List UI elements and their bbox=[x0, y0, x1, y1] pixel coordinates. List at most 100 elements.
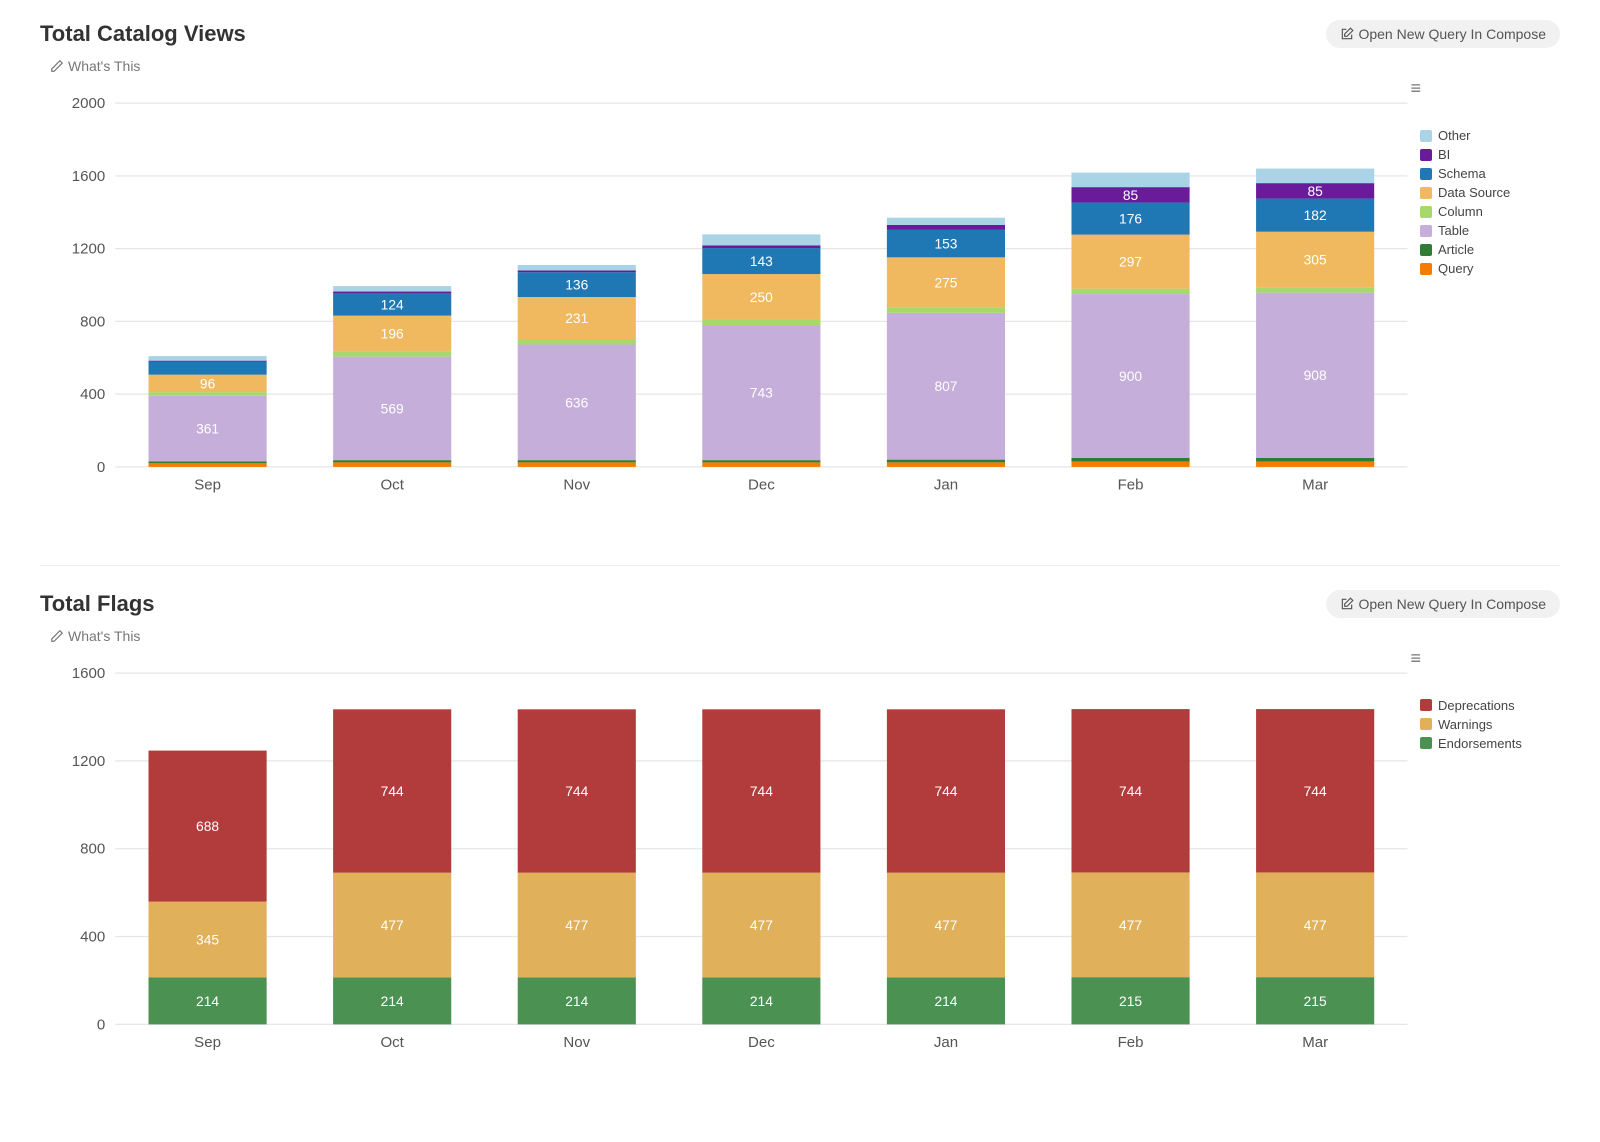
legend-swatch bbox=[1420, 225, 1432, 237]
legend-item[interactable]: Data Source bbox=[1420, 185, 1560, 200]
bar-segment[interactable] bbox=[149, 361, 267, 362]
legend-label: Article bbox=[1438, 242, 1474, 257]
legend-item[interactable]: Endorsements bbox=[1420, 736, 1560, 751]
svg-text:214: 214 bbox=[750, 993, 773, 1008]
bar-segment[interactable] bbox=[1071, 461, 1189, 466]
bar-segment[interactable] bbox=[887, 462, 1005, 467]
legend-label: Deprecations bbox=[1438, 698, 1515, 713]
legend-label: Warnings bbox=[1438, 717, 1492, 732]
bar-segment[interactable] bbox=[149, 362, 267, 375]
svg-text:Feb: Feb bbox=[1118, 1033, 1144, 1050]
legend-swatch bbox=[1420, 168, 1432, 180]
svg-text:Oct: Oct bbox=[380, 1033, 404, 1050]
bar-segment[interactable] bbox=[518, 462, 636, 467]
bar-segment[interactable] bbox=[702, 245, 820, 248]
bar-segment[interactable] bbox=[887, 218, 1005, 225]
bar-segment[interactable] bbox=[149, 463, 267, 467]
svg-text:1600: 1600 bbox=[72, 665, 105, 682]
bar-segment[interactable] bbox=[149, 461, 267, 463]
svg-text:275: 275 bbox=[934, 275, 957, 290]
bar-segment[interactable] bbox=[333, 462, 451, 467]
svg-text:124: 124 bbox=[381, 297, 404, 312]
svg-text:Nov: Nov bbox=[563, 476, 590, 493]
legend-item[interactable]: Article bbox=[1420, 242, 1560, 257]
svg-text:Oct: Oct bbox=[380, 476, 404, 493]
bar-segment[interactable] bbox=[149, 392, 267, 396]
bar-segment[interactable] bbox=[1256, 458, 1374, 462]
svg-text:569: 569 bbox=[381, 401, 404, 416]
svg-text:297: 297 bbox=[1119, 255, 1142, 270]
svg-text:345: 345 bbox=[196, 932, 219, 947]
bar-segment[interactable] bbox=[887, 460, 1005, 463]
legend-swatch bbox=[1420, 206, 1432, 218]
bar-segment[interactable] bbox=[702, 234, 820, 245]
svg-text:800: 800 bbox=[80, 313, 105, 330]
panel-title: Total Flags bbox=[40, 591, 155, 617]
svg-text:1200: 1200 bbox=[72, 752, 105, 769]
svg-text:0: 0 bbox=[97, 1016, 105, 1033]
legend-item[interactable]: BI bbox=[1420, 147, 1560, 162]
bar-segment[interactable] bbox=[333, 292, 451, 293]
edit-icon bbox=[50, 59, 64, 73]
bar-segment[interactable] bbox=[333, 286, 451, 291]
legend-item[interactable]: Warnings bbox=[1420, 717, 1560, 732]
bar-segment[interactable] bbox=[702, 460, 820, 462]
svg-text:688: 688 bbox=[196, 819, 219, 834]
bar-segment[interactable] bbox=[1256, 169, 1374, 184]
svg-text:96: 96 bbox=[200, 376, 216, 391]
legend-item[interactable]: Query bbox=[1420, 261, 1560, 276]
legend-label: Column bbox=[1438, 204, 1483, 219]
bar-segment[interactable] bbox=[702, 320, 820, 325]
svg-text:800: 800 bbox=[80, 840, 105, 857]
bar-segment[interactable] bbox=[518, 270, 636, 272]
bar-segment[interactable] bbox=[1256, 461, 1374, 466]
svg-text:214: 214 bbox=[565, 993, 588, 1008]
legend-item[interactable]: Schema bbox=[1420, 166, 1560, 181]
bar-segment[interactable] bbox=[149, 356, 267, 361]
whats-this-link[interactable]: What's This bbox=[50, 58, 140, 74]
bar-segment[interactable] bbox=[518, 265, 636, 270]
svg-text:807: 807 bbox=[934, 379, 957, 394]
svg-text:Mar: Mar bbox=[1302, 476, 1328, 493]
svg-text:176: 176 bbox=[1119, 212, 1142, 227]
bar-segment[interactable] bbox=[1256, 287, 1374, 292]
svg-text:744: 744 bbox=[750, 784, 773, 799]
legend-swatch bbox=[1420, 737, 1432, 749]
legend-item[interactable]: Column bbox=[1420, 204, 1560, 219]
bar-segment[interactable] bbox=[702, 462, 820, 467]
chart-legend: Other BI Schema Data Source Column Table… bbox=[1420, 78, 1560, 280]
bar-segment[interactable] bbox=[887, 307, 1005, 312]
svg-text:214: 214 bbox=[196, 993, 219, 1008]
svg-text:361: 361 bbox=[196, 422, 219, 437]
svg-text:744: 744 bbox=[565, 784, 588, 799]
chart-legend: Deprecations Warnings Endorsements bbox=[1420, 648, 1560, 755]
panel-header: Total Catalog Views Open New Query In Co… bbox=[40, 20, 1560, 48]
bar-segment[interactable] bbox=[1071, 458, 1189, 462]
bar-segment[interactable] bbox=[1071, 289, 1189, 294]
bar-segment[interactable] bbox=[333, 351, 451, 356]
bar-segment[interactable] bbox=[887, 225, 1005, 230]
whats-this-link[interactable]: What's This bbox=[50, 628, 140, 644]
svg-text:215: 215 bbox=[1304, 993, 1327, 1008]
svg-text:477: 477 bbox=[1304, 917, 1327, 932]
chart-menu-icon[interactable]: ≡ bbox=[1410, 648, 1420, 669]
bar-segment[interactable] bbox=[518, 339, 636, 344]
svg-text:Feb: Feb bbox=[1118, 476, 1144, 493]
bar-segment[interactable] bbox=[518, 460, 636, 462]
legend-label: Data Source bbox=[1438, 185, 1510, 200]
svg-text:Mar: Mar bbox=[1302, 1033, 1328, 1050]
chart-panel: Total Catalog Views Open New Query In Co… bbox=[40, 20, 1560, 525]
legend-item[interactable]: Table bbox=[1420, 223, 1560, 238]
open-query-button[interactable]: Open New Query In Compose bbox=[1326, 20, 1560, 48]
svg-text:1600: 1600 bbox=[72, 168, 105, 185]
chart-menu-icon[interactable]: ≡ bbox=[1410, 78, 1420, 99]
open-query-button[interactable]: Open New Query In Compose bbox=[1326, 590, 1560, 618]
panel-title: Total Catalog Views bbox=[40, 21, 246, 47]
legend-item[interactable]: Other bbox=[1420, 128, 1560, 143]
svg-text:153: 153 bbox=[934, 236, 957, 251]
legend-item[interactable]: Deprecations bbox=[1420, 698, 1560, 713]
bar-segment[interactable] bbox=[1071, 173, 1189, 188]
svg-text:Jan: Jan bbox=[934, 1033, 958, 1050]
bar-segment[interactable] bbox=[333, 460, 451, 462]
svg-text:Dec: Dec bbox=[748, 476, 775, 493]
